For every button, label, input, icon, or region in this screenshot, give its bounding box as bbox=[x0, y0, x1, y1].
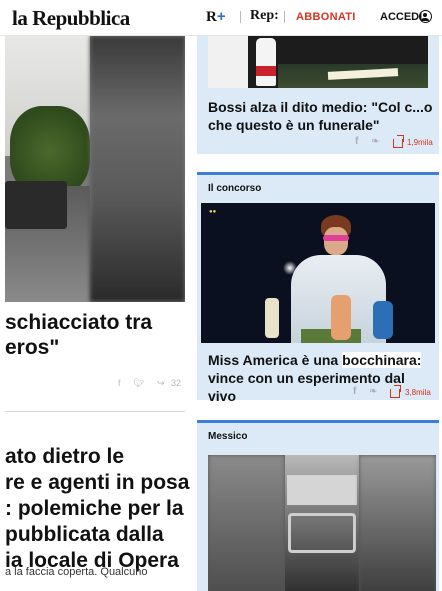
image-roof bbox=[287, 475, 357, 505]
card2-title-highlight: bocchinara: bbox=[342, 352, 422, 368]
rplus-plus: + bbox=[216, 8, 226, 25]
image-blurred-area bbox=[359, 455, 436, 591]
image-rail bbox=[288, 513, 356, 553]
card2-image[interactable]: ●● bbox=[201, 203, 435, 343]
card2-section-label[interactable]: Il concorso bbox=[208, 183, 261, 194]
article1-share-count: 32 bbox=[171, 378, 182, 388]
image-tv-logo: ●● bbox=[209, 209, 217, 215]
header-separator bbox=[240, 11, 241, 23]
card2-title-part1: Miss America è una bbox=[208, 352, 343, 368]
image-face bbox=[324, 227, 348, 255]
image-flask bbox=[331, 295, 351, 340]
header-separator bbox=[284, 11, 285, 23]
image-blurred-area bbox=[208, 455, 285, 591]
article2-snippet: a la faccia coperta. Qualcuno bbox=[5, 566, 148, 578]
rplus-link[interactable]: R+ bbox=[206, 8, 226, 26]
facebook-icon[interactable]: f bbox=[355, 136, 358, 147]
twitter-icon[interactable]: ❧ bbox=[369, 386, 377, 397]
article-divider bbox=[5, 411, 185, 412]
image-shirt bbox=[208, 36, 248, 88]
left-column: schiacciato tra eros" f 🐦︎ ↪ 32 ato diet… bbox=[0, 36, 190, 591]
card1-title[interactable]: Bossi alza il dito medio: "Col c...o che… bbox=[208, 98, 433, 134]
image-van bbox=[5, 181, 67, 229]
article1-title[interactable]: schiacciato tra eros" bbox=[5, 310, 190, 360]
facebook-icon[interactable]: f bbox=[353, 386, 356, 397]
card3-image[interactable] bbox=[208, 455, 436, 591]
card2-share-row: f ❧ 3,8mila bbox=[197, 386, 433, 400]
share-icon[interactable] bbox=[390, 389, 400, 398]
site-logo[interactable]: la Repubblica bbox=[12, 6, 130, 31]
site-header: la Repubblica R+ Rep: ABBONATI ACCEDI bbox=[0, 0, 442, 36]
image-bottle-label bbox=[256, 66, 276, 76]
accedi-link[interactable]: ACCEDI bbox=[380, 11, 422, 23]
page-root: la Repubblica R+ Rep: ABBONATI ACCEDI sc… bbox=[0, 0, 442, 591]
abbonati-link[interactable]: ABBONATI bbox=[296, 11, 356, 23]
card1-share-row: f ❧ 1,9mila bbox=[197, 136, 433, 150]
twitter-icon[interactable]: 🐦︎ bbox=[133, 378, 144, 388]
twitter-icon[interactable]: ❧ bbox=[371, 136, 379, 147]
article2-title[interactable]: ato dietro le re e agenti in posa : pole… bbox=[5, 444, 190, 574]
share-icon[interactable]: ↪ bbox=[157, 378, 165, 388]
article1-image[interactable] bbox=[5, 36, 185, 302]
article1-share-row: f 🐦︎ ↪ 32 bbox=[118, 378, 181, 389]
image-flask bbox=[373, 301, 393, 339]
card2-share-count: 3,8mila bbox=[405, 388, 431, 397]
facebook-icon[interactable]: f bbox=[118, 378, 121, 388]
card1-share-count: 1,9mila bbox=[407, 138, 433, 147]
card3-section-label[interactable]: Messico bbox=[208, 431, 247, 442]
image-flask bbox=[265, 298, 279, 338]
right-column: Bossi alza il dito medio: "Col c...o che… bbox=[197, 36, 442, 591]
card1-image[interactable] bbox=[208, 36, 428, 88]
image-blurred-area bbox=[90, 36, 185, 302]
rplus-letter: R bbox=[206, 9, 217, 25]
rep-link[interactable]: Rep: bbox=[250, 8, 279, 24]
share-icon[interactable] bbox=[393, 139, 403, 148]
article-card-bossi[interactable]: Bossi alza il dito medio: "Col c...o che… bbox=[197, 36, 439, 154]
article-card-messico[interactable]: Messico bbox=[197, 420, 439, 591]
image-glasses bbox=[323, 235, 349, 241]
user-icon[interactable] bbox=[419, 10, 432, 23]
image-bottle bbox=[256, 38, 276, 86]
article-card-miss-america[interactable]: Il concorso ●● Miss America è una bocchi… bbox=[197, 172, 439, 404]
